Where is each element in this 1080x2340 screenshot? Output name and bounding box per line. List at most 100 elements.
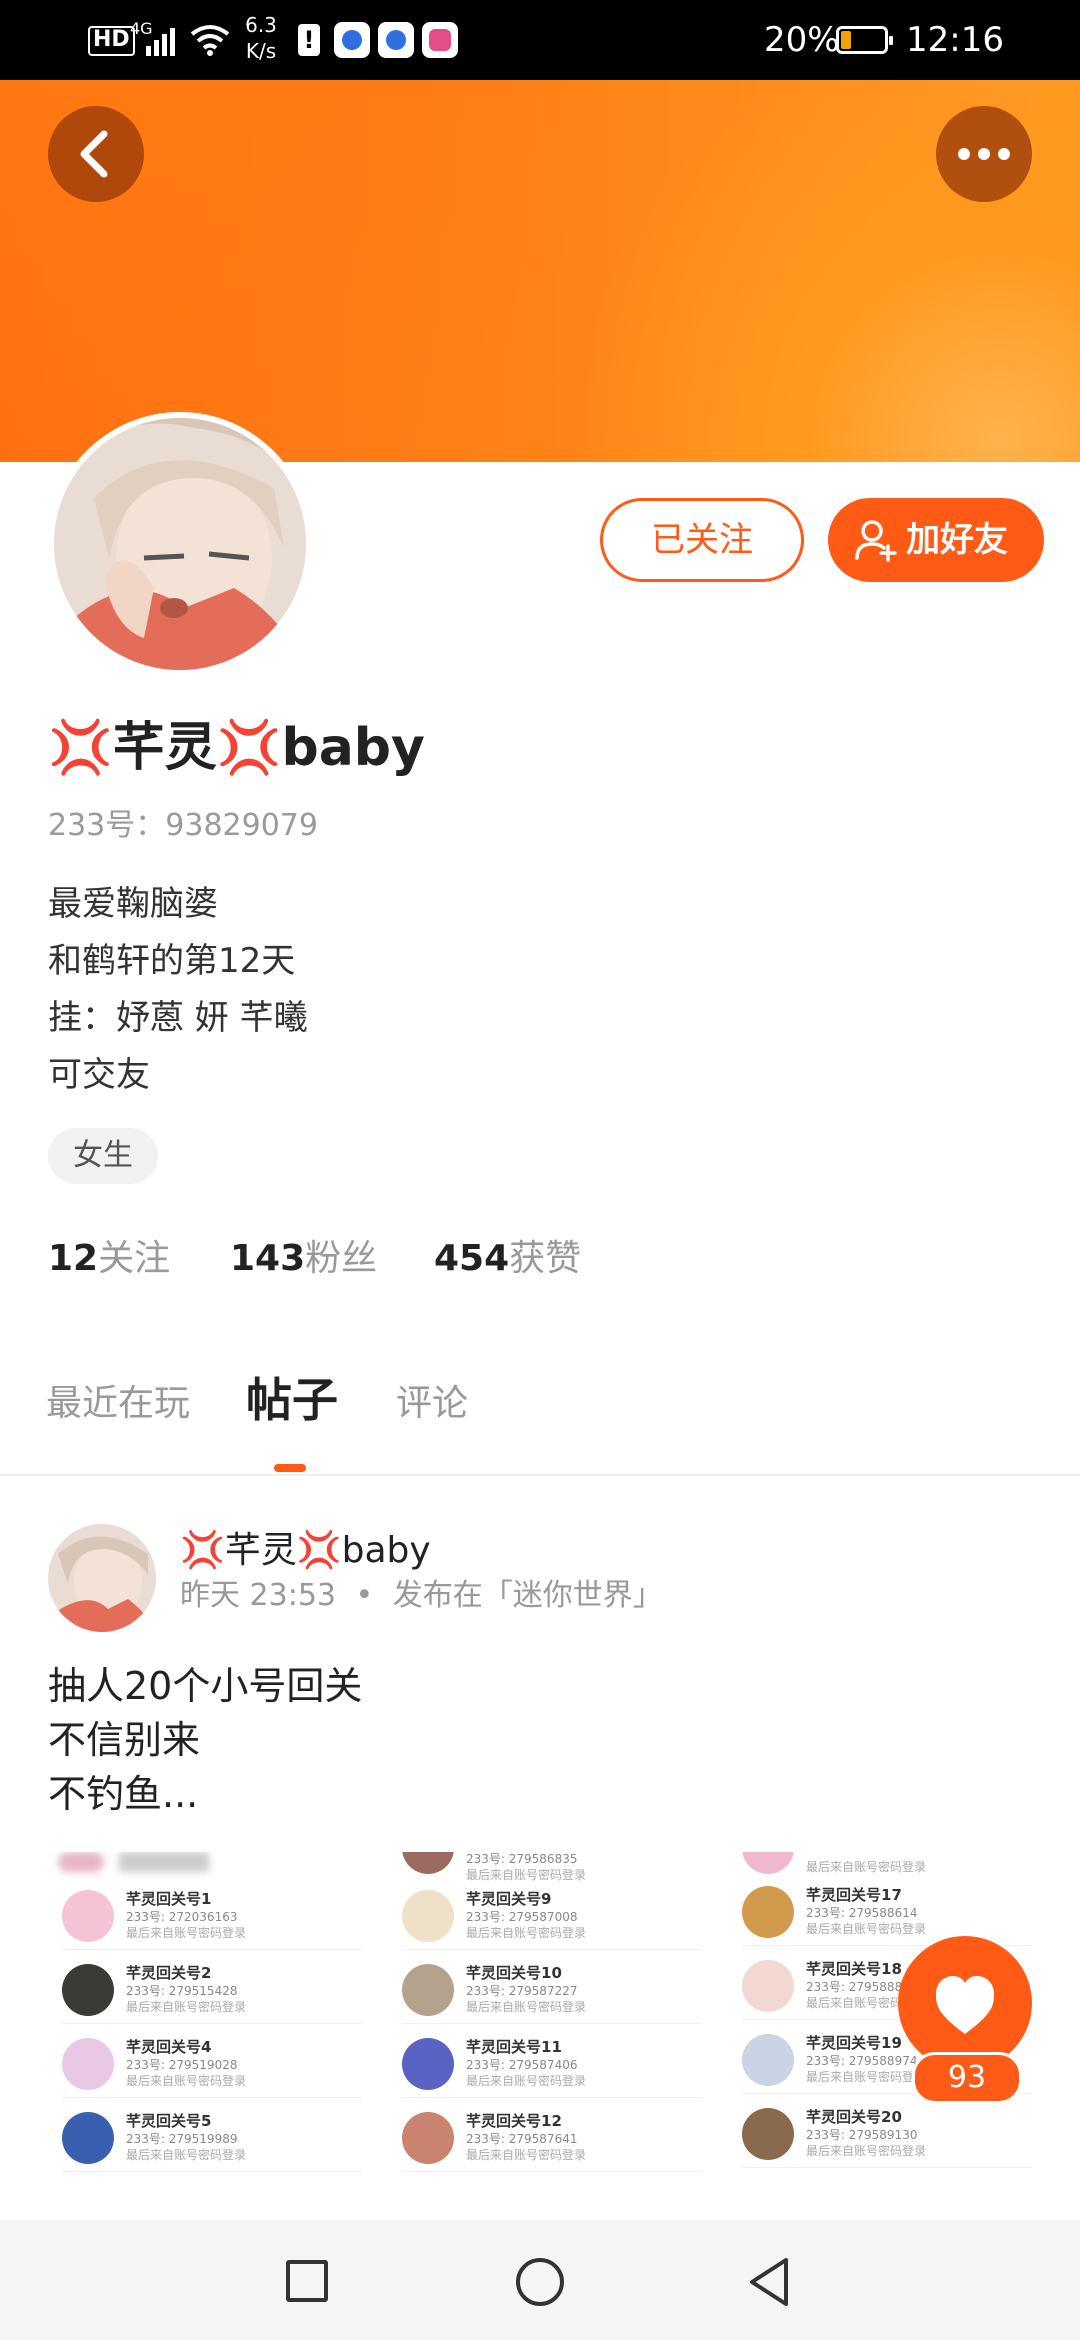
item-note: 最后来自账号密码登录	[466, 1926, 587, 1940]
item-name: 芊灵回关号17	[806, 1886, 902, 1904]
item-name: 芊灵回关号20	[806, 2108, 902, 2126]
alert-icon: !	[298, 24, 320, 56]
baidu-app-icon	[334, 22, 370, 58]
list-item: 芊灵回关号11 233号: 279587406 最后来自账号密码登录	[402, 2024, 702, 2098]
list-item: 芊灵回关号17 233号: 279588614 最后来自账号密码登录	[742, 1872, 1032, 1946]
avatar	[402, 1964, 454, 2016]
profile-banner	[0, 80, 1080, 462]
stat-likes[interactable]: 454获赞	[434, 1234, 581, 1284]
bio-line: 和鹤轩的第12天	[48, 941, 296, 981]
item-note: 最后来自账号密码登录	[126, 1926, 247, 1940]
list-item: 芊灵回关号4 233号: 279519028 最后来自账号密码登录	[62, 2024, 362, 2098]
add-user-icon	[855, 520, 897, 562]
list-item: 芊灵回关号2 233号: 279515428 最后来自账号密码登录	[62, 1950, 362, 2024]
post-image[interactable]: 233号: 279586835 最后来自账号密码登录 最后来自账号密码登录 芊灵…	[48, 1852, 1032, 2184]
post-text-line: 不信别来	[48, 1718, 201, 1762]
active-tab-indicator	[274, 1464, 306, 1472]
item-name: 芊灵回关号1	[126, 1890, 212, 1908]
item-id: 233号: 279587227	[466, 1984, 578, 1998]
baidu-app-icon-2	[378, 22, 414, 58]
clock: 12:16	[906, 20, 1004, 60]
item-note: 最后来自账号密码登录	[466, 2000, 587, 2014]
item-name: 芊灵回关号4	[126, 2038, 212, 2056]
battery-percent: 20%	[764, 20, 840, 60]
item-note: 最后来自账号密码登录	[466, 2074, 587, 2088]
tab-comments[interactable]: 评论	[396, 1378, 468, 1430]
system-nav-bar	[0, 2220, 1080, 2340]
post-meta: 昨天 23:53 • 发布在「迷你世界」	[180, 1576, 663, 1616]
stat-fans[interactable]: 143粉丝	[230, 1234, 377, 1284]
stat-likes-count: 454	[434, 1238, 510, 1279]
avatar	[742, 2034, 794, 2086]
profile-id-value: 93829079	[165, 808, 318, 843]
heart-icon	[936, 1976, 994, 2034]
avatar	[62, 1890, 114, 1942]
net-speed-unit: K/s	[245, 39, 277, 63]
item-name: 芊灵回关号2	[126, 1964, 212, 1982]
item-name: 芊灵回关号10	[466, 1964, 562, 1982]
item-name: 芊灵回关号12	[466, 2112, 562, 2130]
avatar	[402, 2112, 454, 2164]
partial-avatar	[742, 1852, 794, 1874]
wifi-icon	[190, 25, 230, 56]
post-posted-in[interactable]: 发布在「迷你世界」	[393, 1578, 663, 1613]
stat-fans-count: 143	[230, 1238, 306, 1279]
tab-posts[interactable]: 帖子	[246, 1374, 338, 1426]
bio-line: 可交友	[48, 1055, 150, 1095]
music-app-icon	[422, 22, 458, 58]
post-author-avatar[interactable]	[48, 1524, 156, 1632]
net-speed-value: 6.3	[245, 13, 277, 37]
home-icon[interactable]	[516, 2258, 564, 2306]
more-button[interactable]	[936, 106, 1032, 202]
item-note: 最后来自账号密码登录	[806, 2144, 927, 2158]
item-id: 233号: 279587406	[466, 2058, 578, 2072]
more-dots-icon	[958, 148, 1010, 160]
gender-tag: 女生	[48, 1128, 158, 1184]
item-id: 233号: 272036163	[126, 1910, 238, 1924]
avatar	[402, 2038, 454, 2090]
item-id: 233号: 279587008	[466, 1910, 578, 1924]
item-name: 芊灵回关号11	[466, 2038, 562, 2056]
stat-following-count: 12	[48, 1238, 99, 1279]
item-id: 233号: 279588614	[806, 1906, 918, 1920]
bio-line: 最爱鞠脑婆	[48, 884, 218, 924]
recent-apps-icon[interactable]	[286, 2260, 328, 2302]
avatar	[62, 1964, 114, 2016]
list-item: 芊灵回关号12 233号: 279587641 最后来自账号密码登录	[402, 2098, 702, 2172]
avatar	[742, 1886, 794, 1938]
item-name: 芊灵回关号18	[806, 1960, 902, 1978]
back-nav-icon[interactable]	[746, 2256, 794, 2308]
status-bar: HD 4G 6.3 K/s ! 20% 12:16	[0, 0, 1080, 80]
item-id: 233号: 27958881	[806, 1980, 910, 1994]
avatar	[742, 2108, 794, 2160]
list-item: 芊灵回关号9 233号: 279587008 最后来自账号密码登录	[402, 1876, 702, 1950]
stat-following-label: 关注	[98, 1238, 171, 1279]
signal-icon	[146, 28, 175, 56]
item-name: 芊灵回关号9	[466, 1890, 552, 1908]
battery-icon	[836, 26, 893, 54]
item-id: 233号: 279519028	[126, 2058, 238, 2072]
following-button[interactable]: 已关注	[600, 498, 804, 582]
partial-id: 233号: 279586835	[466, 1852, 578, 1866]
list-item: 芊灵回关号20 233号: 279589130 最后来自账号密码登录	[742, 2094, 1032, 2168]
item-note: 最后来自账号密码登录	[806, 1922, 927, 1936]
list-item: 芊灵回关号10 233号: 279587227 最后来自账号密码登录	[402, 1950, 702, 2024]
stat-following[interactable]: 12关注	[48, 1234, 170, 1284]
list-item: 芊灵回关号1 233号: 272036163 最后来自账号密码登录	[62, 1876, 362, 1950]
profile-id: 233号：93829079	[48, 800, 318, 844]
profile-name: 💢芊灵💢baby	[48, 718, 425, 778]
avatar[interactable]	[48, 412, 312, 676]
add-friend-label: 加好友	[906, 520, 1008, 560]
tab-recently-played[interactable]: 最近在玩	[46, 1378, 190, 1430]
back-button[interactable]	[48, 106, 144, 202]
post-author-name[interactable]: 💢芊灵💢baby	[180, 1528, 431, 1574]
item-name: 芊灵回关号5	[126, 2112, 212, 2130]
account-list-col: 芊灵回关号9 233号: 279587008 最后来自账号密码登录 芊灵回关号10 2…	[402, 1876, 702, 2172]
avatar	[402, 1890, 454, 1942]
item-note: 最后来自账号密码登录	[126, 2000, 247, 2014]
item-note: 最后来自账号密码登录	[806, 2070, 927, 2084]
item-note: 最后来自账号密码登录	[466, 2148, 587, 2162]
stat-likes-label: 获赞	[509, 1238, 582, 1279]
add-friend-button[interactable]: 加好友	[828, 498, 1044, 582]
like-button[interactable]	[898, 1936, 1032, 2070]
